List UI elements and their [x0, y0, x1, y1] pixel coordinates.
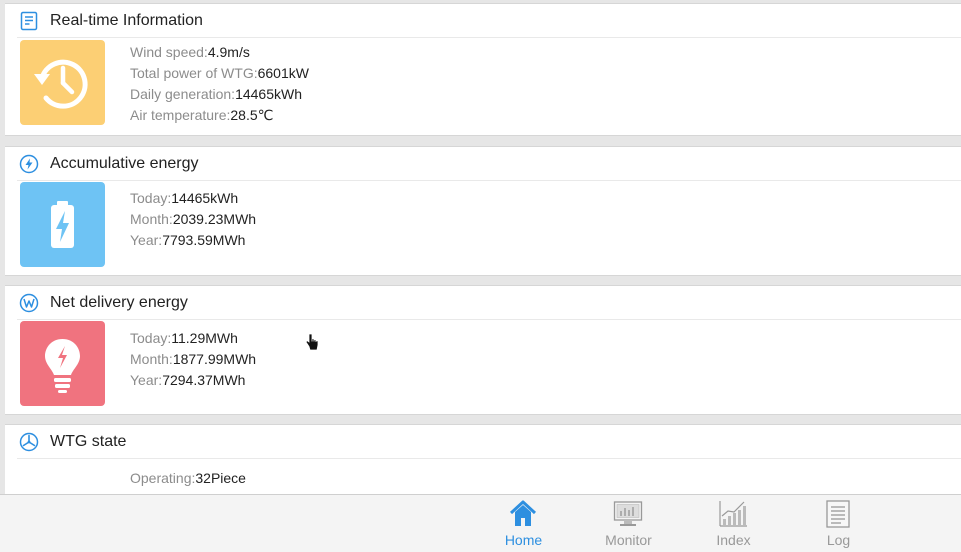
row-label: Month: — [130, 351, 173, 367]
realtime-header: Real-time Information — [17, 4, 961, 38]
row-label: Year: — [130, 372, 163, 388]
wind-turbine-icon — [19, 432, 39, 452]
row-value: 7793.59MWh — [162, 232, 246, 248]
realtime-card: Real-time Information Wind speed:4.9m/s … — [5, 3, 961, 136]
monitor-icon — [613, 501, 643, 526]
tab-index[interactable]: Index — [681, 495, 786, 551]
row-value: 32Piece — [195, 470, 246, 486]
row-value: 11.29MWh — [171, 330, 238, 346]
tab-log[interactable]: Log — [786, 495, 891, 551]
wtg-state-card: WTG state Operating:32Piece — [5, 424, 961, 494]
net-delivery-tile — [20, 321, 105, 406]
realtime-rows: Wind speed:4.9m/s Total power of WTG:660… — [130, 42, 309, 126]
month-row: Month:1877.99MWh — [130, 349, 256, 370]
accumulative-header: Accumulative energy — [17, 147, 961, 181]
year-row: Year:7793.59MWh — [130, 230, 256, 251]
row-label: Daily generation: — [130, 86, 236, 102]
row-value: 28.5℃ — [230, 107, 274, 123]
w-circle-icon — [19, 293, 39, 313]
total-power-row: Total power of WTG:6601kW — [130, 63, 309, 84]
row-label: Total power of WTG: — [130, 65, 258, 81]
accumulative-tile — [20, 182, 105, 267]
row-value: 2039.23MWh — [172, 211, 257, 227]
battery-charging-icon — [51, 201, 74, 248]
home-icon — [509, 500, 537, 526]
tab-index-label: Index — [716, 532, 751, 548]
bottom-tab-bar: Home Monitor Index Log — [0, 494, 961, 552]
row-value: 1877.99MWh — [172, 351, 257, 367]
row-value: 4.9m/s — [207, 44, 250, 60]
wtg-state-rows: Operating:32Piece — [130, 468, 246, 489]
tab-home[interactable]: Home — [471, 495, 576, 551]
row-value: 6601kW — [257, 65, 309, 81]
row-value: 14465kWh — [171, 190, 239, 206]
chart-icon — [719, 501, 747, 527]
air-temperature-row: Air temperature:28.5℃ — [130, 105, 309, 126]
row-value: 14465kWh — [235, 86, 302, 102]
net-delivery-card: Net delivery energy Today:11.29MWh Month… — [5, 285, 961, 415]
today-row: Today:14465kWh — [130, 188, 256, 209]
daily-generation-row: Daily generation:14465kWh — [130, 84, 309, 105]
net-delivery-header: Net delivery energy — [17, 286, 961, 320]
accumulative-title: Accumulative energy — [50, 155, 199, 172]
wtg-state-title: WTG state — [50, 433, 127, 450]
notepad-icon — [19, 11, 39, 31]
row-label: Month: — [130, 211, 173, 227]
net-delivery-rows: Today:11.29MWh Month:1877.99MWh Year:729… — [130, 328, 256, 391]
hand-cursor-icon — [305, 333, 319, 356]
row-label: Wind speed: — [130, 44, 208, 60]
year-row: Year:7294.37MWh — [130, 370, 256, 391]
tab-log-label: Log — [826, 532, 851, 548]
accumulative-card: Accumulative energy Today:14465kWh Month… — [5, 146, 961, 276]
wind-speed-row: Wind speed:4.9m/s — [130, 42, 309, 63]
row-label: Year: — [130, 232, 163, 248]
row-label: Today: — [130, 190, 172, 206]
lightbulb-icon — [45, 339, 80, 393]
row-value: 7294.37MWh — [162, 372, 246, 388]
today-row: Today:11.29MWh — [130, 328, 256, 349]
month-row: Month:2039.23MWh — [130, 209, 256, 230]
history-clock-icon — [34, 59, 88, 109]
accumulative-rows: Today:14465kWh Month:2039.23MWh Year:779… — [130, 188, 256, 251]
tab-home-label: Home — [504, 532, 543, 548]
wtg-state-header: WTG state — [17, 425, 961, 459]
row-label: Today: — [130, 330, 172, 346]
net-delivery-title: Net delivery energy — [50, 294, 188, 311]
document-icon — [826, 500, 850, 528]
lightning-circle-icon — [19, 154, 39, 174]
home-scroll-view[interactable]: Real-time Information Wind speed:4.9m/s … — [5, 0, 961, 494]
row-label: Operating: — [130, 470, 196, 486]
realtime-title: Real-time Information — [50, 12, 203, 29]
row-label: Air temperature: — [130, 107, 231, 123]
realtime-tile — [20, 40, 105, 125]
tab-monitor-label: Monitor — [605, 532, 652, 548]
operating-row: Operating:32Piece — [130, 468, 246, 489]
tab-monitor[interactable]: Monitor — [576, 495, 681, 551]
